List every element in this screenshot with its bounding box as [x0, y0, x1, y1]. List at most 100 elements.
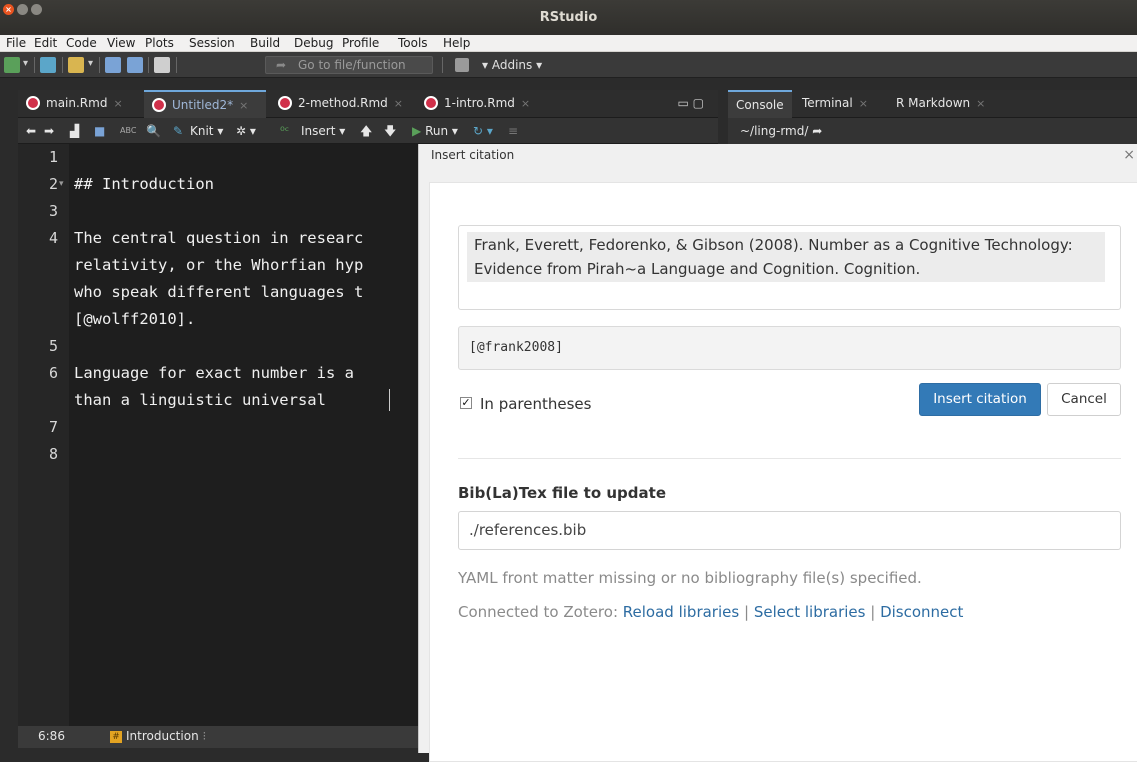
insert-citation-dialog: Insert citation × Frank, Everett, Fedore… [418, 144, 1137, 762]
zotero-status: Connected to Zotero: Reload libraries | … [458, 603, 964, 621]
toolbar-separator [99, 57, 100, 73]
console-working-dir: ~/ling-rmd/ ➦ [728, 118, 1137, 144]
search-icon[interactable]: 🔍 [146, 123, 161, 139]
run-button[interactable]: ▶ Run ▾ [412, 123, 458, 139]
code-line: The central question in researc [74, 229, 364, 247]
bib-file-label: Bib(La)Tex file to update [458, 484, 666, 502]
toolbar-separator [148, 57, 149, 73]
citation-key-field: [@frank2008] [458, 326, 1121, 370]
tab-main-rmd[interactable]: main.Rmd × [18, 90, 140, 118]
menu-tools[interactable]: Tools [398, 35, 428, 52]
rerun-icon[interactable]: ↻ ▾ [473, 123, 493, 139]
code-line: relativity, or the Whorfian hyp [74, 256, 364, 274]
disconnect-link[interactable]: Disconnect [880, 603, 963, 621]
save-all-icon[interactable] [127, 57, 143, 73]
reference-preview-box: Frank, Everett, Fedorenko, & Gibson (200… [458, 225, 1121, 310]
menu-build[interactable]: Build [250, 35, 280, 52]
code-line: Language for exact number is a [74, 364, 354, 382]
cancel-button[interactable]: Cancel [1047, 383, 1121, 416]
line-number: 7 [48, 418, 58, 436]
window-title: RStudio [539, 10, 598, 25]
menu-debug[interactable]: Debug [294, 35, 333, 52]
bib-file-input[interactable]: ./references.bib [458, 511, 1121, 550]
line-number: 1 [48, 148, 58, 166]
close-tab-icon[interactable]: × [239, 99, 248, 112]
tab-terminal[interactable]: Terminal × [802, 90, 868, 118]
spellcheck-icon[interactable]: ABC [120, 123, 136, 139]
in-parentheses-checkbox[interactable]: ✓ [460, 397, 472, 409]
rmd-file-icon [26, 96, 40, 110]
insert-citation-button[interactable]: Insert citation [919, 383, 1041, 416]
line-number: 2 [48, 175, 58, 193]
code-line: than a linguistic universal [74, 391, 326, 409]
menu-code[interactable]: Code [66, 35, 97, 52]
outline-icon[interactable]: ≡ [508, 123, 518, 139]
menu-edit[interactable]: Edit [34, 35, 57, 52]
menu-session[interactable]: Session [189, 35, 235, 52]
print-icon[interactable] [154, 57, 170, 73]
insert-button[interactable]: Insert ▾ [301, 123, 345, 139]
save-icon[interactable]: ■ [94, 123, 105, 139]
tab-untitled2[interactable]: Untitled2* × [144, 90, 266, 118]
back-arrow-icon[interactable]: ⬅ [26, 123, 36, 139]
go-to-arrow-icon: ➦ [276, 58, 287, 72]
yaml-warning-text: YAML front matter missing or no bibliogr… [458, 569, 922, 587]
code-line: [@wolff2010]. [74, 310, 196, 328]
text-cursor [389, 389, 390, 411]
section-navigator[interactable]: # Introduction ⁝ [110, 729, 206, 743]
open-file-icon[interactable] [68, 57, 84, 73]
menu-view[interactable]: View [107, 35, 135, 52]
line-number-gutter: 1 2 ▾ 3 4 5 6 7 8 [18, 144, 69, 726]
tab-console[interactable]: Console [728, 90, 792, 118]
editor-tabbar: main.Rmd × Untitled2* × 2-method.Rmd × 1-in… [18, 90, 718, 118]
tab-r-markdown[interactable]: R Markdown × [896, 90, 985, 118]
tab-1-intro-rmd[interactable]: 1-intro.Rmd × [416, 90, 538, 118]
save-icon[interactable] [105, 57, 121, 73]
close-icon[interactable]: × [1123, 147, 1135, 163]
main-toolbar: ▾ ▾ ➦ Go to file/function ▾ Addins ▾ [0, 52, 1137, 78]
close-tab-icon[interactable]: × [394, 97, 403, 110]
knit-icon[interactable]: ✎ [173, 123, 183, 139]
pane-minimize-maximize-icon[interactable]: ▭ ▢ [678, 96, 705, 110]
menu-help[interactable]: Help [443, 35, 470, 52]
line-number: 6 [48, 364, 58, 382]
line-number: 3 [48, 202, 58, 220]
addins-button[interactable]: ▾ Addins ▾ [482, 56, 542, 74]
reference-text[interactable]: Frank, Everett, Fedorenko, & Gibson (200… [467, 232, 1105, 282]
forward-arrow-icon[interactable]: ➡ [44, 123, 54, 139]
go-to-dir-arrow-icon[interactable]: ➦ [812, 124, 822, 138]
go-to-file-input[interactable]: ➦ Go to file/function [265, 56, 433, 74]
code-editor[interactable]: 1 2 ▾ 3 4 5 6 7 8 ## Introduction The ce… [18, 144, 418, 726]
grid-icon[interactable] [455, 58, 469, 72]
close-tab-icon[interactable]: × [113, 97, 122, 110]
close-tab-icon[interactable]: × [521, 97, 530, 110]
tab-2-method-rmd[interactable]: 2-method.Rmd × [270, 90, 410, 118]
chevron-down-icon[interactable]: ▾ [23, 58, 28, 69]
chunk-up-icon[interactable]: 🡅 [360, 123, 372, 139]
close-tab-icon[interactable]: × [859, 97, 868, 110]
chunk-down-icon[interactable]: 🡇 [384, 123, 396, 139]
chevron-down-icon[interactable]: ▾ [88, 58, 93, 69]
knit-button[interactable]: Knit ▾ [190, 123, 223, 139]
rmd-file-icon [278, 96, 292, 110]
insert-chunk-icon[interactable]: ⁰ᶜ [280, 123, 289, 139]
line-number: 8 [48, 445, 58, 463]
window-titlebar: × RStudio [0, 0, 1137, 35]
section-divider [458, 458, 1121, 459]
line-number: 4 [48, 229, 58, 247]
show-in-window-icon[interactable]: ▟ [70, 123, 79, 139]
menu-profile[interactable]: Profile [342, 35, 379, 52]
close-tab-icon[interactable]: × [976, 97, 985, 110]
reload-libraries-link[interactable]: Reload libraries [623, 603, 739, 621]
select-libraries-link[interactable]: Select libraries [754, 603, 866, 621]
toolbar-separator [62, 57, 63, 73]
menu-file[interactable]: File [6, 35, 26, 52]
in-parentheses-label[interactable]: In parentheses [480, 395, 591, 413]
editor-statusbar: 6:86 # Introduction ⁝ [18, 726, 418, 748]
fold-arrow-icon[interactable]: ▾ [59, 171, 64, 198]
dialog-title: Insert citation [419, 144, 1137, 172]
menu-plots[interactable]: Plots [145, 35, 174, 52]
gear-icon[interactable]: ✲ ▾ [236, 123, 256, 139]
new-project-icon[interactable] [40, 57, 56, 73]
new-file-icon[interactable] [4, 57, 20, 73]
